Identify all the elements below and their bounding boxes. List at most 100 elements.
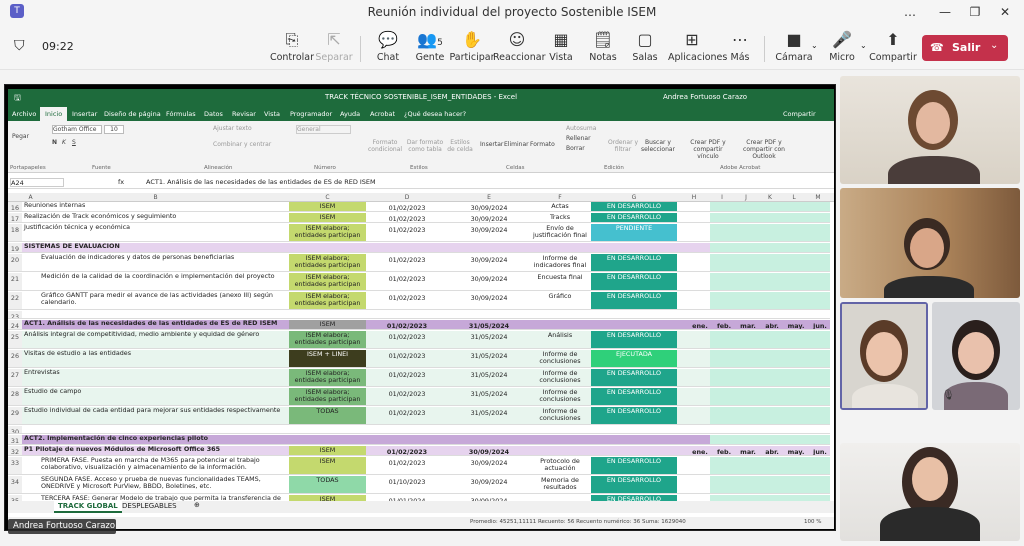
- table-row[interactable]: 31 ACT2. Implementación de cinco experien…: [8, 435, 830, 445]
- cell[interactable]: ISEM elabora; entidades participan: [289, 369, 366, 386]
- cell[interactable]: Memoria de resultados: [530, 476, 590, 493]
- conditional-format-button[interactable]: Formato condicional: [368, 139, 402, 153]
- month-cell[interactable]: mar.: [736, 320, 760, 329]
- rooms-button[interactable]: ▢ Salas: [621, 30, 669, 63]
- cell[interactable]: 31/05/2024: [448, 369, 530, 386]
- cell[interactable]: 30: [8, 426, 22, 433]
- people-button[interactable]: 👥5 Gente: [406, 30, 454, 63]
- react-button[interactable]: ☺ Reaccionar: [493, 30, 546, 63]
- cell[interactable]: Medición de la calidad de la coordinació…: [23, 273, 288, 290]
- cell[interactable]: 30/09/2024: [448, 457, 530, 474]
- tab-formulas[interactable]: Fórmulas: [166, 110, 196, 118]
- cell[interactable]: Actas: [530, 202, 590, 211]
- cell[interactable]: 01/02/2023: [366, 457, 448, 474]
- maximize-button[interactable]: ❐: [960, 2, 990, 22]
- column-header[interactable]: M: [806, 194, 830, 201]
- table-row[interactable]: 34 SEGUNDA FASE. Acceso y prueba de nueva…: [8, 476, 830, 494]
- table-row[interactable]: 21 Medición de la calidad de la coordinac…: [8, 273, 830, 291]
- month-cell[interactable]: abr.: [760, 320, 784, 329]
- underline-button[interactable]: S: [72, 139, 76, 146]
- table-row[interactable]: 30: [8, 426, 830, 434]
- cell[interactable]: [678, 213, 710, 222]
- column-header[interactable]: E: [448, 194, 530, 201]
- cell[interactable]: ISEM elabora; entidades participan: [289, 292, 366, 309]
- cell[interactable]: Evaluación de indicadores y datos de per…: [23, 254, 288, 271]
- cell[interactable]: Análisis: [530, 331, 590, 348]
- cell[interactable]: 34: [8, 476, 22, 493]
- cell[interactable]: 01/10/2023: [366, 476, 448, 493]
- delete-cells-button[interactable]: Eliminar: [504, 141, 529, 148]
- create-pdf-outlook-button[interactable]: Crear PDF y compartir con Outlook: [732, 139, 796, 160]
- cell[interactable]: 27: [8, 369, 22, 386]
- number-format-select[interactable]: General: [296, 125, 351, 134]
- cell[interactable]: [710, 254, 830, 271]
- cell[interactable]: 20: [8, 254, 22, 271]
- column-header[interactable]: G: [591, 194, 677, 201]
- cell[interactable]: EN DESARROLLO: [591, 273, 677, 290]
- tab-vista[interactable]: Vista: [264, 110, 280, 118]
- cell[interactable]: ACT1. Análisis de las necesidades de las…: [23, 320, 288, 329]
- cell[interactable]: 22: [8, 292, 22, 309]
- cell[interactable]: [710, 388, 830, 405]
- cell[interactable]: 21: [8, 273, 22, 290]
- font-select[interactable]: Gotham Office: [52, 125, 102, 134]
- cell[interactable]: EJECUTADA: [591, 350, 677, 367]
- month-cell[interactable]: abr.: [760, 446, 784, 455]
- cell[interactable]: TODAS: [289, 407, 366, 424]
- view-button[interactable]: ▦ Vista: [537, 30, 585, 63]
- notes-button[interactable]: 🗒 Notas: [579, 30, 627, 63]
- tab-programador[interactable]: Programador: [290, 110, 332, 118]
- cell[interactable]: 01/02/2023: [366, 224, 448, 241]
- cell[interactable]: [678, 457, 710, 474]
- apps-button[interactable]: ⊞ Aplicaciones: [668, 30, 727, 63]
- cell[interactable]: 01/02/2023: [366, 407, 448, 424]
- table-row[interactable]: 29 Estudio individual de cada entidad par…: [8, 407, 830, 425]
- sheet-tab-desplegables[interactable]: DESPLEGABLES: [122, 502, 177, 510]
- cell[interactable]: 01/02/2023: [366, 369, 448, 386]
- cell[interactable]: 23: [8, 311, 22, 318]
- share-button[interactable]: ⬆ Compartir: [869, 30, 917, 63]
- chat-button[interactable]: 💬 Chat: [364, 30, 412, 63]
- cell[interactable]: ISEM elabora; entidades participan: [289, 254, 366, 271]
- cell[interactable]: Realización de Track económicos y seguim…: [23, 213, 288, 222]
- tab-ayuda[interactable]: Ayuda: [340, 110, 360, 118]
- table-row[interactable]: 22 Gráfico GANTT para medir el avance de …: [8, 292, 830, 310]
- cell[interactable]: 30/09/2024: [448, 202, 530, 211]
- column-header[interactable]: L: [782, 194, 806, 201]
- cell[interactable]: [710, 476, 830, 493]
- cell[interactable]: [710, 243, 830, 252]
- cell-styles-button[interactable]: Estilos de celda: [446, 139, 474, 153]
- add-sheet-icon[interactable]: ⊕: [194, 501, 200, 509]
- cell[interactable]: [678, 407, 710, 424]
- table-row[interactable]: 27 Entrevistas ISEM elabora; entidades par…: [8, 369, 830, 387]
- cell[interactable]: [710, 457, 830, 474]
- font-size-select[interactable]: 10: [104, 125, 124, 134]
- month-cell[interactable]: feb.: [712, 320, 736, 329]
- participant-video-3[interactable]: [840, 302, 928, 410]
- fill-button[interactable]: Rellenar: [566, 135, 591, 142]
- table-row[interactable]: 18 Justificación técnica y económica ISEM …: [8, 224, 830, 242]
- cell[interactable]: 17: [8, 213, 22, 222]
- cell[interactable]: 32: [8, 446, 22, 455]
- cell[interactable]: 01/02/2023: [366, 292, 448, 309]
- cell[interactable]: [678, 202, 710, 211]
- control-button[interactable]: ⎘ Controlar: [268, 30, 316, 63]
- cell[interactable]: 31/05/2024: [448, 331, 530, 348]
- cell[interactable]: [678, 273, 710, 290]
- cell[interactable]: Estudio de campo: [23, 388, 288, 405]
- cell[interactable]: Informe de conclusiones: [530, 350, 590, 367]
- cell[interactable]: 01/02/2023: [366, 273, 448, 290]
- cell[interactable]: [678, 476, 710, 493]
- cell[interactable]: Visitas de estudio a las entidades: [23, 350, 288, 367]
- cell[interactable]: 33: [8, 457, 22, 474]
- cell[interactable]: TODAS: [289, 476, 366, 493]
- pop-out-button[interactable]: ⇱ Separar: [310, 30, 358, 63]
- sheet-grid[interactable]: 16 Reuniones internas ISEM 01/02/2023 30/09/…: [8, 202, 834, 501]
- column-header[interactable]: F: [530, 194, 590, 201]
- table-row[interactable]: 16 Reuniones internas ISEM 01/02/2023 30/09/…: [8, 202, 830, 212]
- cell[interactable]: Encuesta final: [530, 273, 590, 290]
- cell[interactable]: [678, 350, 710, 367]
- cell[interactable]: Gráfico GANTT para medir el avance de la…: [23, 292, 288, 309]
- cell[interactable]: Informe de conclusiones: [530, 388, 590, 405]
- camera-options-chevron-icon[interactable]: ⌄: [811, 41, 818, 50]
